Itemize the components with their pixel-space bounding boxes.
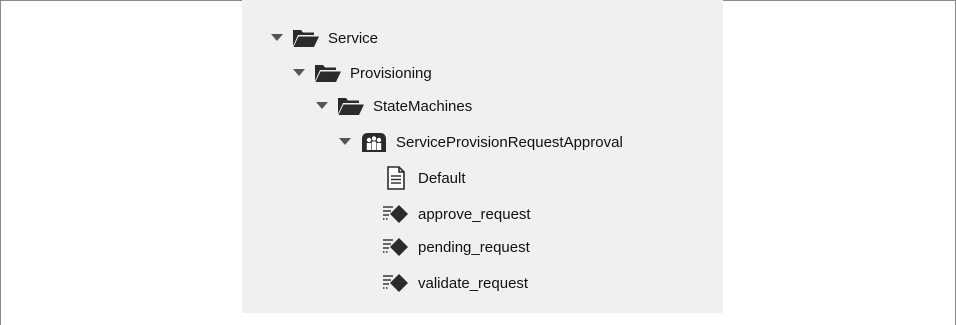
folder-open-icon — [292, 26, 320, 50]
method-icon — [382, 271, 410, 295]
chevron-down-icon[interactable] — [292, 66, 306, 80]
tree-node-label: pending_request — [418, 238, 530, 256]
class-icon — [360, 130, 388, 154]
folder-open-icon — [314, 61, 342, 85]
tree-node-pending-request[interactable]: pending_request — [382, 234, 530, 260]
tree-node-label: validate_request — [418, 274, 529, 292]
folder-open-icon — [337, 94, 365, 118]
tree-node-label: ServiceProvisionRequestApproval — [396, 133, 623, 151]
tree-node-provisioning[interactable]: Provisioning — [292, 60, 432, 86]
tree-node-label: Default — [418, 169, 466, 187]
tree-node-validate-request[interactable]: validate_request — [382, 270, 528, 296]
tree-node-default[interactable]: Default — [382, 165, 466, 191]
document-icon — [382, 166, 410, 190]
tree-node-label: Service — [328, 29, 379, 47]
tree-node-label: Provisioning — [350, 64, 432, 82]
chevron-down-icon[interactable] — [270, 31, 284, 45]
tree-node-statemachines[interactable]: StateMachines — [315, 93, 472, 119]
tree-node-serviceprovisionrequestapproval[interactable]: ServiceProvisionRequestApproval — [338, 129, 623, 155]
tree-panel: Service Provisioning StateMachines Servi… — [242, 0, 723, 313]
tree-node-service[interactable]: Service — [270, 25, 378, 51]
tree-node-label: approve_request — [418, 205, 531, 223]
tree-node-label: StateMachines — [373, 97, 473, 115]
chevron-down-icon[interactable] — [338, 135, 352, 149]
method-icon — [382, 202, 410, 226]
chevron-down-icon[interactable] — [315, 99, 329, 113]
tree-node-approve-request[interactable]: approve_request — [382, 201, 531, 227]
method-icon — [382, 235, 410, 259]
